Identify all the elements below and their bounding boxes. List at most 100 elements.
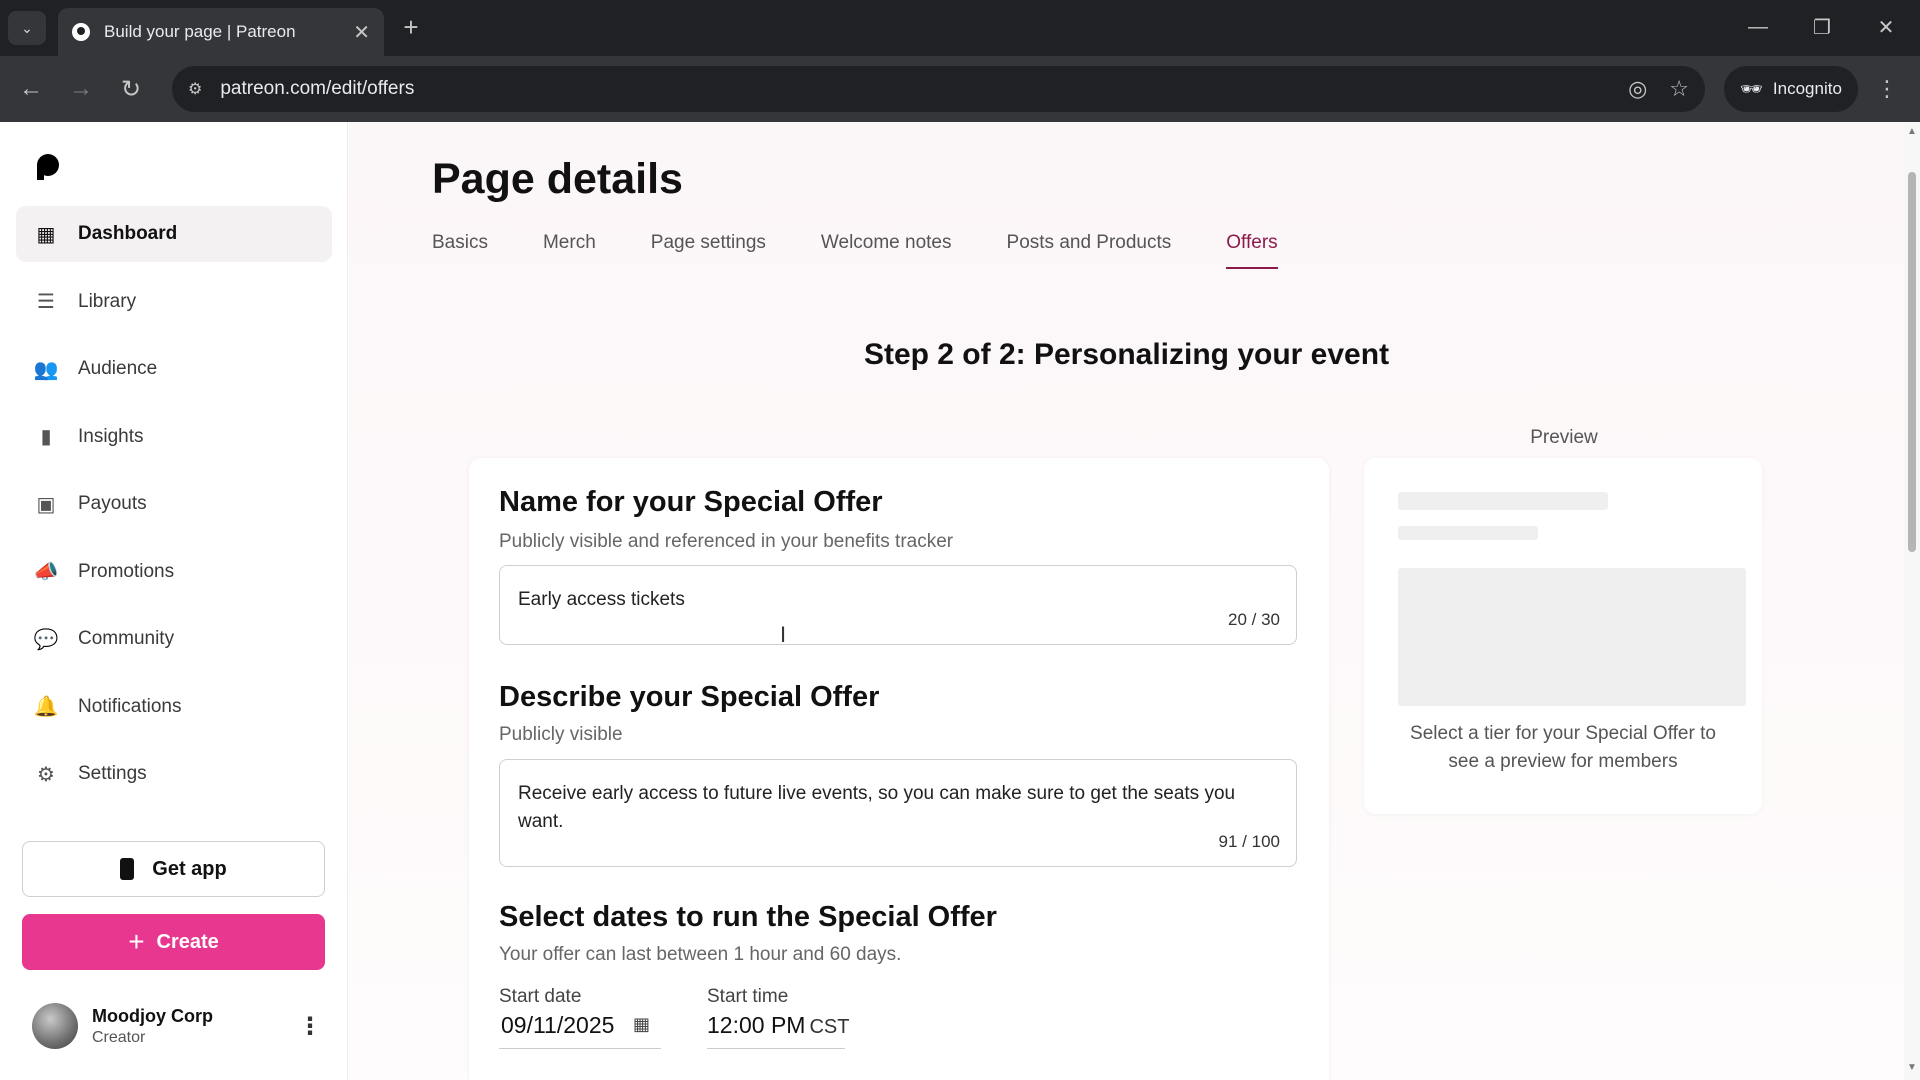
user-name: Moodjoy Corp <box>92 1005 213 1026</box>
start-date-underline <box>499 1048 661 1049</box>
patreon-logo[interactable] <box>37 154 59 180</box>
name-section-title: Name for your Special Offer <box>499 486 883 518</box>
sidebar-item-insights[interactable]: ▮ Insights <box>16 409 332 465</box>
bookmark-star-icon[interactable]: ☆ <box>1669 76 1689 102</box>
tab-welcome-notes[interactable]: Welcome notes <box>821 232 952 272</box>
incognito-icon: 🕶 <box>1740 78 1763 99</box>
scroll-thumb[interactable] <box>1908 172 1916 552</box>
insights-icon: ▮ <box>40 426 52 448</box>
offer-form-card: Name for your Special Offer Publicly vis… <box>469 458 1329 1080</box>
reload-button[interactable]: ↻ <box>114 72 148 106</box>
back-button[interactable]: ← <box>14 72 48 106</box>
tab-page-settings[interactable]: Page settings <box>651 232 766 272</box>
incognito-indicator[interactable]: 🕶 Incognito <box>1724 66 1858 112</box>
sidebar-item-label: Settings <box>78 763 147 784</box>
sidebar-item-community[interactable]: 💬 Community <box>16 611 332 667</box>
tab-posts-and-products[interactable]: Posts and Products <box>1007 232 1172 272</box>
tab-basics[interactable]: Basics <box>432 232 488 272</box>
offer-description-char-count: 91 / 100 <box>1218 832 1280 851</box>
phone-icon <box>120 858 135 880</box>
dates-section-subtitle: Your offer can last between 1 hour and 6… <box>499 944 902 965</box>
start-time-underline <box>707 1048 845 1049</box>
start-time-label: Start time <box>707 986 789 1007</box>
offer-name-char-count: 20 / 30 <box>1228 610 1280 629</box>
sidebar-item-label: Payouts <box>78 493 147 514</box>
browser-toolbar: ← → ↻ ⚙ patreon.com/edit/offers ◎ ☆ 🕶 In… <box>0 56 1920 122</box>
patreon-favicon <box>72 23 90 41</box>
sidebar: ▦ Dashboard ☰ Library 👥 Audience ▮ Insig… <box>0 122 348 1080</box>
offer-description-textarea[interactable]: Receive early access to future live even… <box>499 759 1297 867</box>
megaphone-icon: 📣 <box>33 561 59 583</box>
get-app-button[interactable]: Get app <box>22 841 325 897</box>
start-time-value: 12:00 PM <box>707 1012 806 1038</box>
user-role: Creator <box>92 1028 146 1046</box>
sidebar-item-promotions[interactable]: 📣 Promotions <box>16 544 332 600</box>
calendar-icon[interactable]: ▦ <box>633 1014 650 1035</box>
tab-offers[interactable]: Offers <box>1226 232 1279 272</box>
incognito-label: Incognito <box>1772 79 1842 98</box>
sidebar-item-notifications[interactable]: 🔔 Notifications <box>16 679 332 735</box>
dates-section-title: Select dates to run the Special Offer <box>499 901 997 933</box>
bell-icon: 🔔 <box>33 696 59 718</box>
url-text[interactable]: patreon.com/edit/offers <box>220 78 1606 100</box>
page-tabs: Basics Merch Page settings Welcome notes… <box>432 232 1333 272</box>
more-options-icon[interactable]: ⋮ <box>298 1012 322 1041</box>
dashboard-icon: ▦ <box>36 223 56 246</box>
start-time-input[interactable]: 12:00 PM CST <box>707 1012 849 1039</box>
close-window-button[interactable]: ✕ <box>1864 10 1908 44</box>
scroll-down-icon[interactable]: ▼ <box>1907 1062 1917 1073</box>
forward-button[interactable]: → <box>64 72 98 106</box>
close-tab-icon[interactable]: ✕ <box>353 20 370 45</box>
browser-tab[interactable]: Build your page | Patreon ✕ <box>58 8 384 56</box>
page-title: Page details <box>432 155 683 203</box>
start-date-label: Start date <box>499 986 582 1007</box>
start-date-input[interactable]: 09/11/2025 <box>501 1012 614 1039</box>
library-icon: ☰ <box>37 291 55 313</box>
browser-menu-icon[interactable]: ⋮ <box>1876 76 1898 102</box>
scroll-up-icon[interactable]: ▲ <box>1907 126 1917 137</box>
tracking-protection-icon[interactable]: ◎ <box>1628 76 1647 102</box>
sidebar-nav: ▦ Dashboard ☰ Library 👥 Audience ▮ Insig… <box>16 206 332 814</box>
preview-message: Select a tier for your Special Offer to … <box>1410 723 1716 772</box>
preview-skeleton-subtitle <box>1398 526 1538 540</box>
sidebar-item-audience[interactable]: 👥 Audience <box>16 341 332 397</box>
preview-label: Preview <box>1530 427 1598 448</box>
minimize-button[interactable]: — <box>1736 10 1780 44</box>
sidebar-item-label: Notifications <box>78 695 182 717</box>
sidebar-item-label: Insights <box>78 425 144 447</box>
sidebar-item-label: Community <box>78 628 175 649</box>
describe-section-title: Describe your Special Offer <box>499 681 880 713</box>
page-scrollbar[interactable]: ▲ ▼ <box>1904 122 1920 1080</box>
sidebar-item-label: Dashboard <box>78 223 178 244</box>
sidebar-item-label: Library <box>78 290 137 312</box>
step-title: Step 2 of 2: Personalizing your event <box>863 338 1390 371</box>
sidebar-item-label: Audience <box>78 358 158 379</box>
chat-icon: 💬 <box>33 628 59 651</box>
new-tab-button[interactable]: + <box>396 12 426 42</box>
payouts-icon: ▣ <box>36 493 56 516</box>
offer-name-value: Early access tickets <box>518 589 685 610</box>
text-cursor-icon: I <box>780 622 787 647</box>
get-app-label: Get app <box>152 857 227 880</box>
site-info-icon[interactable]: ⚙ <box>188 79 202 99</box>
gear-icon: ⚙ <box>37 763 55 786</box>
tab-merch[interactable]: Merch <box>543 232 596 272</box>
main-content: Page details Basics Merch Page settings … <box>349 122 1904 1080</box>
name-section-subtitle: Publicly visible and referenced in your … <box>499 531 954 552</box>
tab-title: Build your page | Patreon <box>104 22 296 41</box>
preview-skeleton-image <box>1398 568 1746 706</box>
browser-tab-bar: ⌄ Build your page | Patreon ✕ + — ❐ ✕ <box>0 0 1920 56</box>
user-profile[interactable]: Moodjoy Corp Creator ⋮ <box>32 1000 322 1052</box>
sidebar-item-library[interactable]: ☰ Library <box>16 274 332 330</box>
plus-icon: + <box>128 926 145 957</box>
sidebar-item-payouts[interactable]: ▣ Payouts <box>16 476 332 532</box>
sidebar-item-label: Promotions <box>78 560 175 582</box>
restore-button[interactable]: ❐ <box>1800 10 1844 44</box>
tab-search-button[interactable]: ⌄ <box>8 11 46 45</box>
create-button[interactable]: + Create <box>22 914 325 970</box>
offer-name-input[interactable]: Early access tickets 20 / 30 I <box>499 565 1297 647</box>
sidebar-item-dashboard[interactable]: ▦ Dashboard <box>16 206 332 262</box>
create-label: Create <box>156 930 219 953</box>
sidebar-item-settings[interactable]: ⚙ Settings <box>16 746 332 802</box>
address-bar[interactable]: ⚙ patreon.com/edit/offers ◎ ☆ <box>172 66 1705 112</box>
